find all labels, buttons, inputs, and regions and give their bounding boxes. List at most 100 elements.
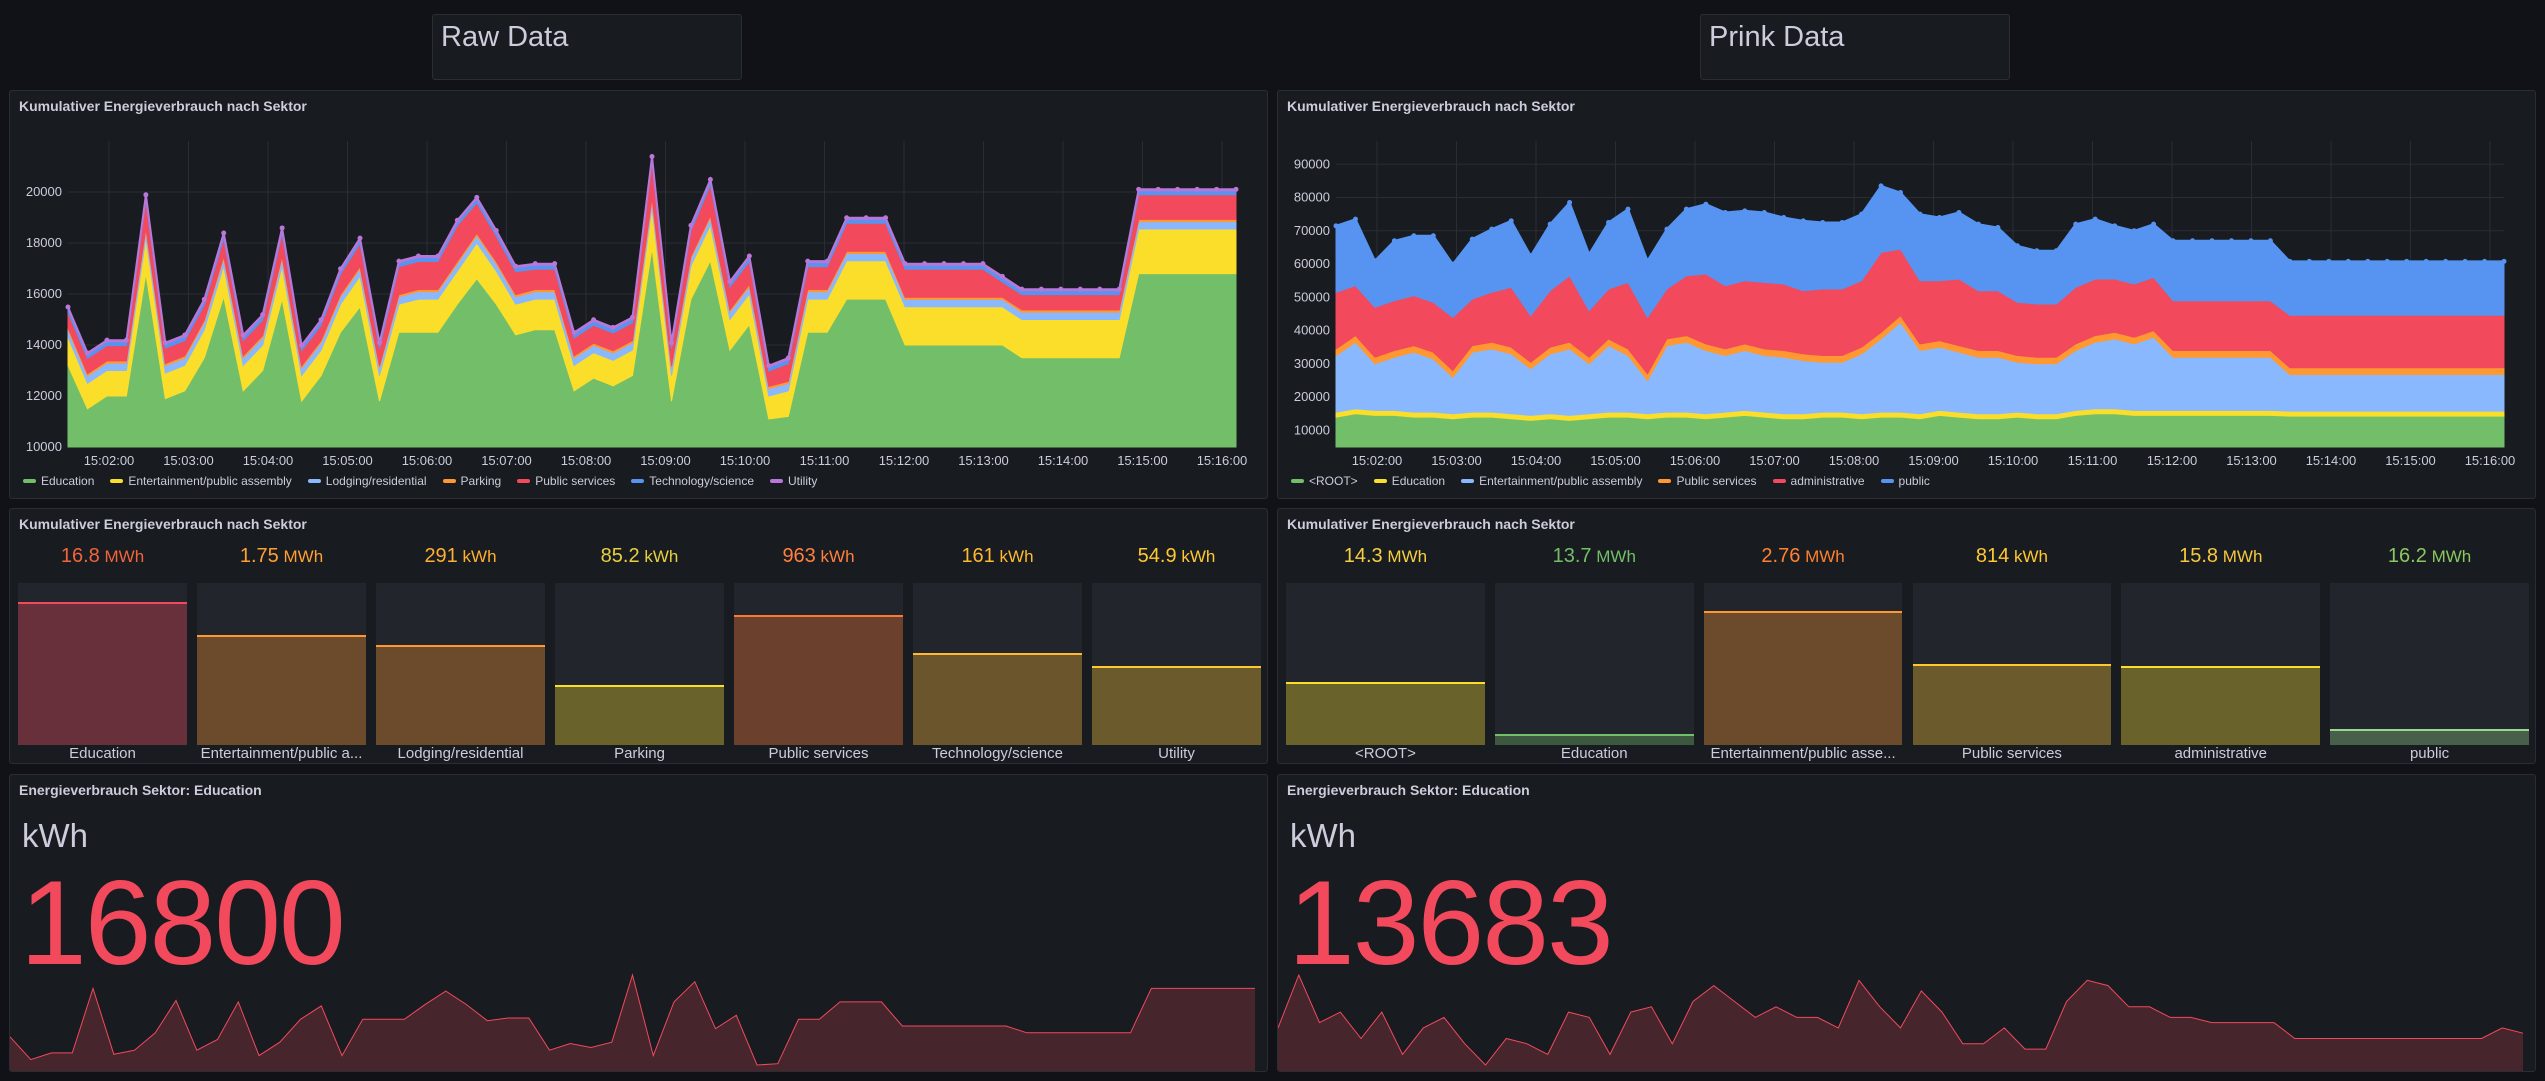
bar-track bbox=[376, 583, 545, 745]
bar-gauge-item[interactable]: 54.9 kWh Utility bbox=[1092, 545, 1261, 762]
bar-label: Utility bbox=[1158, 745, 1195, 762]
legend-item[interactable]: Education bbox=[1373, 474, 1446, 488]
bar-value-unit: kWh bbox=[639, 547, 679, 566]
bar-gauge-item[interactable]: 15.8 MWh administrative bbox=[2121, 545, 2321, 762]
data-point bbox=[1683, 206, 1689, 212]
bar-label: Education bbox=[1560, 745, 1628, 762]
bar-gauge-item[interactable]: 161 kWh Technology/science bbox=[913, 545, 1082, 762]
data-point bbox=[2248, 238, 2254, 244]
data-point bbox=[2443, 258, 2449, 264]
legend-item[interactable]: Public services bbox=[517, 474, 615, 488]
x-tick-label: 15:15:00 bbox=[1117, 453, 1168, 468]
y-tick-label: 16000 bbox=[26, 286, 62, 301]
data-point bbox=[2170, 238, 2176, 244]
data-point bbox=[123, 337, 129, 343]
legend-item[interactable]: administrative bbox=[1772, 474, 1865, 488]
bar-value: 291 kWh bbox=[376, 545, 545, 568]
data-point bbox=[980, 261, 986, 267]
bar-fill bbox=[197, 634, 366, 745]
raw-bargauge-panel[interactable]: Kumulativer Energieverbrauch nach Sektor… bbox=[9, 508, 1268, 764]
bar-value-number: 2.76 bbox=[1761, 545, 1801, 567]
x-tick-label: 15:03:00 bbox=[1431, 453, 1482, 468]
y-tick-label: 30000 bbox=[1294, 356, 1330, 371]
legend-label: Education bbox=[1391, 474, 1446, 488]
y-tick-label: 60000 bbox=[1294, 256, 1330, 271]
data-point bbox=[668, 340, 674, 346]
legend-item[interactable]: Public services bbox=[1658, 474, 1757, 488]
bar-gauge-item[interactable]: 16.2 MWh public bbox=[2330, 545, 2529, 762]
bar-value: 161 kWh bbox=[913, 545, 1082, 568]
bar-label: Public services bbox=[768, 745, 869, 762]
data-point bbox=[1839, 219, 1845, 225]
data-point bbox=[1995, 224, 2001, 230]
bar-gauge-item[interactable]: 291 kWh Lodging/residential bbox=[376, 545, 545, 762]
bar-gauge-item[interactable]: 16.8 MWh Education bbox=[18, 545, 187, 762]
bar-track bbox=[1912, 583, 2112, 745]
data-point bbox=[1586, 251, 1592, 257]
data-point bbox=[299, 342, 305, 348]
legend-swatch bbox=[307, 479, 321, 483]
raw-timeseries-chart[interactable]: 10000 12000 14000 16000 18000 20000 15:02:00 15… bbox=[10, 91, 1269, 500]
bar-value-unit: MWh bbox=[1382, 547, 1428, 566]
data-point bbox=[435, 253, 441, 259]
x-tick-label: 15:09:00 bbox=[640, 453, 691, 468]
raw-timeseries-panel[interactable]: Kumulativer Energieverbrauch nach Sektor… bbox=[9, 90, 1268, 499]
prink-timeseries-panel[interactable]: Kumulativer Energieverbrauch nach Sektor… bbox=[1277, 90, 2536, 499]
bar-gauge-item[interactable]: 963 kWh Public services bbox=[734, 545, 903, 762]
data-point bbox=[1194, 186, 1200, 192]
bar-fill bbox=[1286, 681, 1485, 745]
x-tick-label: 15:14:00 bbox=[1038, 453, 1089, 468]
bar-value: 16.2 MWh bbox=[2330, 545, 2529, 568]
bar-gauge-item[interactable]: 13.7 MWh Education bbox=[1494, 545, 1694, 762]
bar-fill bbox=[1494, 733, 1694, 745]
prink-timeseries-chart[interactable]: 10000 20000 30000 40000 50000 60000 70000 80000… bbox=[1278, 91, 2537, 500]
data-point bbox=[2306, 258, 2312, 264]
bar-value-number: 161 bbox=[961, 545, 995, 567]
bar-value-unit: kWh bbox=[994, 547, 1034, 566]
data-point bbox=[1567, 200, 1573, 206]
data-point bbox=[1136, 186, 1142, 192]
legend-item[interactable]: Education bbox=[23, 474, 94, 488]
data-point bbox=[2501, 258, 2507, 264]
prink-stat-panel[interactable]: Energieverbrauch Sektor: Education kWh 1… bbox=[1277, 774, 2536, 1072]
legend-item[interactable]: Lodging/residential bbox=[307, 474, 427, 488]
data-point bbox=[1333, 223, 1339, 229]
data-point bbox=[318, 317, 324, 323]
legend-item[interactable]: Technology/science bbox=[631, 474, 754, 488]
legend-item[interactable]: Parking bbox=[442, 474, 501, 488]
data-point bbox=[376, 340, 382, 346]
bar-value: 13.7 MWh bbox=[1495, 545, 1694, 568]
raw-stat-panel[interactable]: Energieverbrauch Sektor: Education kWh 1… bbox=[9, 774, 1268, 1072]
data-point bbox=[182, 332, 188, 338]
x-tick-label: 15:15:00 bbox=[2385, 453, 2436, 468]
data-point bbox=[1489, 226, 1495, 232]
bar-gauge-item[interactable]: 1.75 MWh Entertainment/public a... bbox=[197, 545, 366, 762]
bar-gauge-item[interactable]: 814 kWh Public services bbox=[1912, 545, 2112, 762]
data-point bbox=[2112, 223, 2118, 229]
legend-label: administrative bbox=[1790, 474, 1865, 488]
x-tick-label: 15:09:00 bbox=[1908, 453, 1959, 468]
data-point bbox=[785, 355, 791, 361]
bar-gauge-item[interactable]: 85.2 kWh Parking bbox=[555, 545, 724, 762]
data-point bbox=[1233, 186, 1239, 192]
data-point bbox=[2404, 258, 2410, 264]
data-point bbox=[1391, 238, 1397, 244]
x-tick-label: 15:05:00 bbox=[1590, 453, 1641, 468]
bar-value-unit: kWh bbox=[2009, 547, 2048, 566]
legend-swatch bbox=[631, 479, 645, 483]
data-point bbox=[1469, 236, 1475, 242]
legend-item[interactable]: Entertainment/public assembly bbox=[1461, 474, 1642, 488]
prink-bargauge-panel[interactable]: Kumulativer Energieverbrauch nach Sektor… bbox=[1277, 508, 2536, 764]
bar-gauge-item[interactable]: 14.3 MWh <ROOT> bbox=[1286, 545, 1485, 762]
data-point bbox=[2131, 228, 2137, 234]
legend-item[interactable]: Entertainment/public assembly bbox=[110, 474, 292, 488]
data-point bbox=[2462, 258, 2468, 264]
legend-item[interactable]: Utility bbox=[770, 474, 817, 488]
data-point bbox=[84, 350, 90, 356]
legend-label: <ROOT> bbox=[1309, 474, 1358, 488]
legend-item[interactable]: public bbox=[1880, 474, 1930, 488]
bar-value-number: 291 bbox=[424, 545, 458, 567]
panel-title: Kumulativer Energieverbrauch nach Sektor bbox=[19, 516, 307, 532]
bar-gauge-item[interactable]: 2.76 MWh Entertainment/public asse... bbox=[1703, 545, 1903, 762]
legend-item[interactable]: <ROOT> bbox=[1291, 474, 1358, 488]
